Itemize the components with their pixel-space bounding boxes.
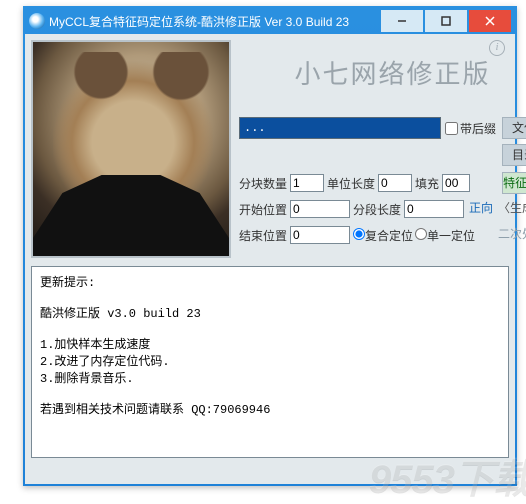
direction-toggle[interactable]: 正向 xyxy=(467,198,495,220)
radio-composite[interactable]: 复合定位 xyxy=(353,227,413,244)
titlebar[interactable]: MyCCL复合特征码定位系统-酷洪修正版 Ver 3.0 Build 23 xyxy=(25,8,515,34)
suffix-checkbox[interactable]: 带后缀 xyxy=(445,120,496,137)
app-icon xyxy=(29,13,45,29)
file-path-input[interactable] xyxy=(239,117,441,139)
block-count-input[interactable] xyxy=(290,174,324,192)
generate-button[interactable]: 〈生成〉 xyxy=(498,198,526,220)
info-icon[interactable]: i xyxy=(489,40,505,56)
brand-title: 小七网络修正版 xyxy=(239,54,526,91)
end-pos-label: 结束位置 xyxy=(239,227,287,244)
file-button[interactable]: 文件 xyxy=(502,117,526,139)
range-button[interactable]: 特征区间 xyxy=(502,172,526,194)
fill-label: 填充 xyxy=(415,175,439,192)
close-button[interactable] xyxy=(469,10,511,32)
start-pos-input[interactable] xyxy=(290,200,350,218)
fill-input[interactable] xyxy=(442,174,470,192)
minimize-button[interactable] xyxy=(381,10,423,32)
maximize-button[interactable] xyxy=(425,10,467,32)
seg-len-label: 分段长度 xyxy=(353,201,401,218)
window-title: MyCCL复合特征码定位系统-酷洪修正版 Ver 3.0 Build 23 xyxy=(49,13,379,30)
unit-len-label: 单位长度 xyxy=(327,175,375,192)
radio-composite-input[interactable] xyxy=(353,228,365,240)
suffix-checkbox-label: 带后缀 xyxy=(460,120,496,137)
avatar-image xyxy=(31,40,231,258)
seg-len-input[interactable] xyxy=(404,200,464,218)
radio-single[interactable]: 单一定位 xyxy=(415,227,475,244)
client-area: i 小七网络修正版 带后缀 文件 目录 xyxy=(25,34,515,484)
console-output[interactable]: 更新提示: 酷洪修正版 v3.0 build 23 1.加快样本生成速度 2.改… xyxy=(31,266,509,458)
start-pos-label: 开始位置 xyxy=(239,201,287,218)
app-window: MyCCL复合特征码定位系统-酷洪修正版 Ver 3.0 Build 23 i … xyxy=(23,6,517,486)
radio-single-input[interactable] xyxy=(415,228,427,240)
suffix-checkbox-input[interactable] xyxy=(445,122,458,135)
end-pos-input[interactable] xyxy=(290,226,350,244)
block-count-label: 分块数量 xyxy=(239,175,287,192)
dir-button[interactable]: 目录 xyxy=(502,144,526,166)
unit-len-input[interactable] xyxy=(378,174,412,192)
secondary-button[interactable]: 二次处理 xyxy=(498,224,526,246)
